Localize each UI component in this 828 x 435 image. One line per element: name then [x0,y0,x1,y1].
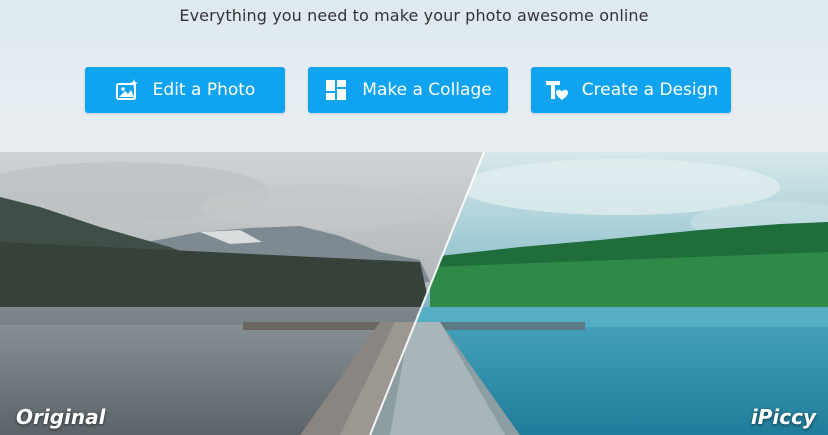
tagline: Everything you need to make your photo a… [179,6,649,25]
photo-sparkle-icon [115,78,139,102]
hero-header: Everything you need to make your photo a… [0,0,828,152]
lake-scene-image [0,152,828,435]
edit-photo-label: Edit a Photo [152,80,256,100]
make-collage-button[interactable]: Make a Collage [308,67,508,113]
collage-grid-icon [324,78,348,102]
ipiccy-label: iPiccy [750,405,816,429]
edit-photo-button[interactable]: Edit a Photo [85,67,285,113]
make-collage-label: Make a Collage [362,80,492,100]
original-label: Original [16,405,106,429]
create-design-label: Create a Design [581,80,719,100]
create-design-button[interactable]: Create a Design [531,67,731,113]
text-heart-icon [544,78,568,102]
before-after-photo: Original iPiccy [0,152,828,435]
